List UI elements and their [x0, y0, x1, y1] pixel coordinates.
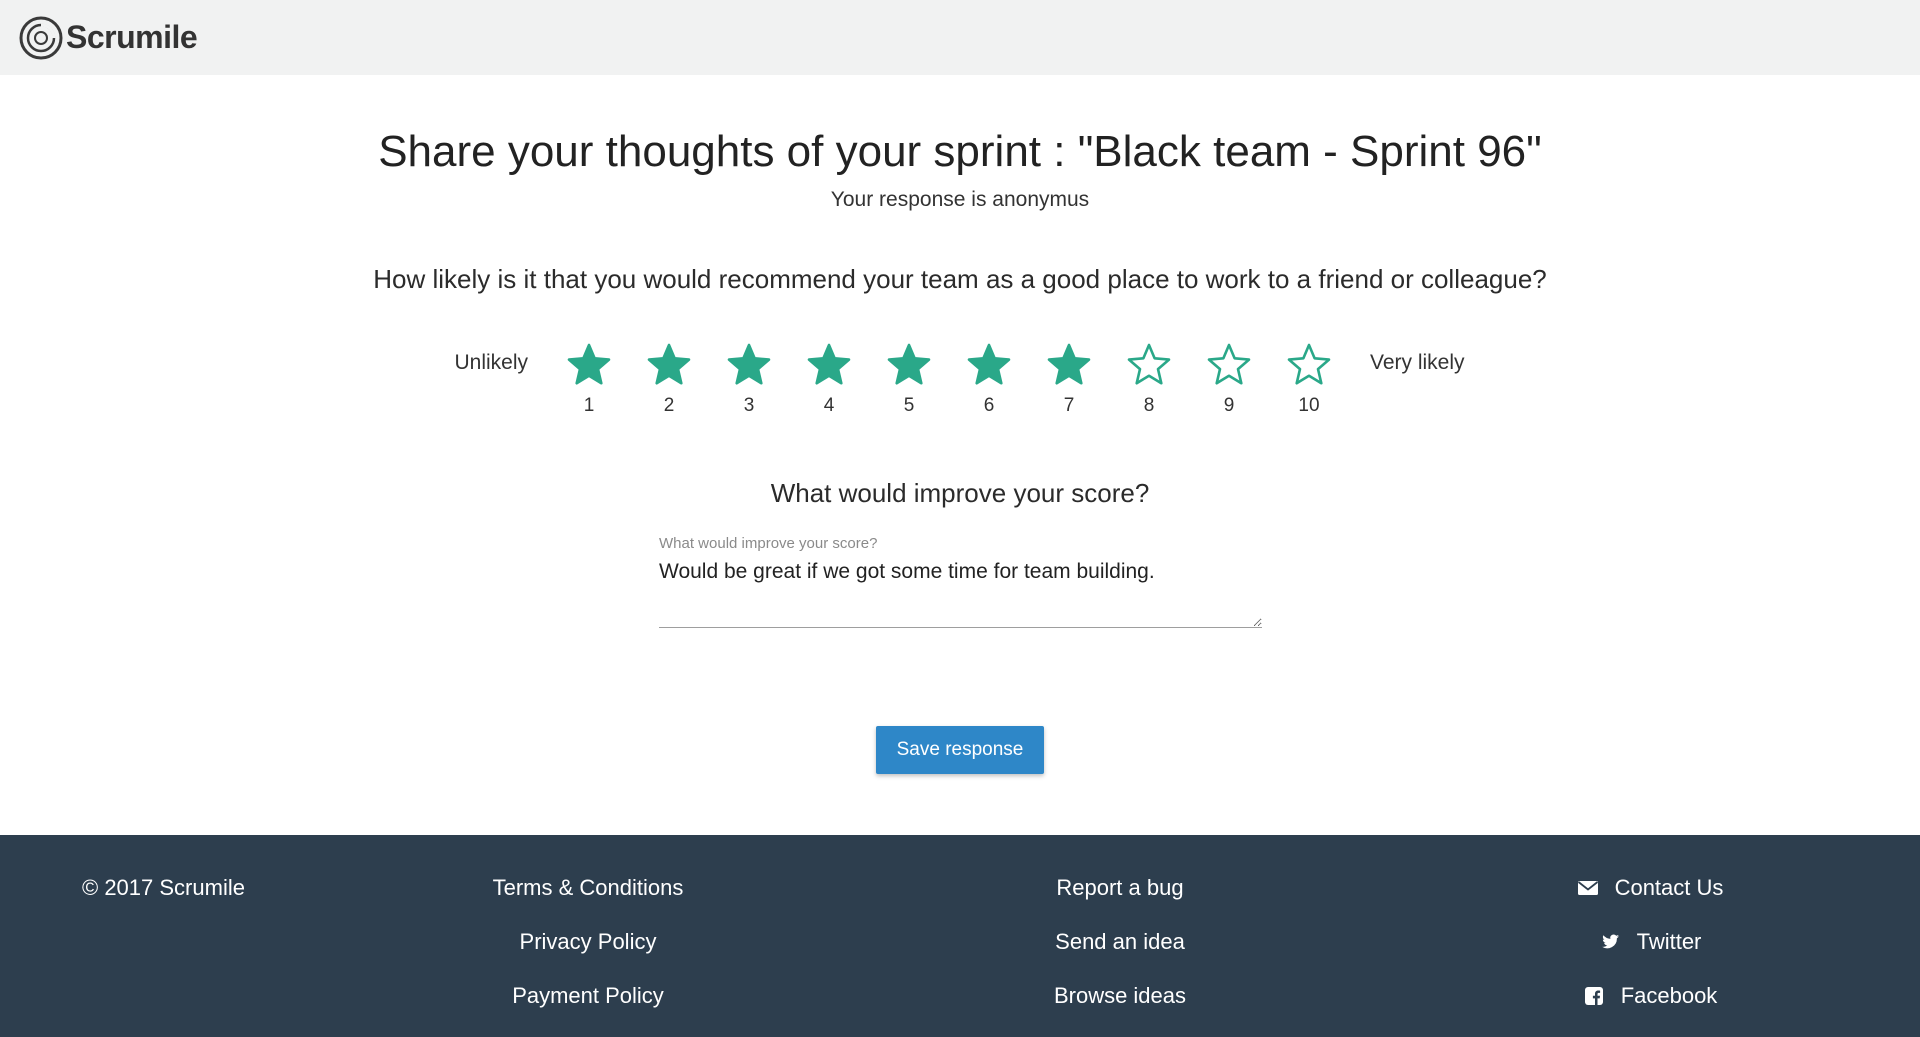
facebook-icon	[1584, 987, 1603, 1005]
star-2[interactable]: 2	[639, 343, 699, 427]
star-icon	[727, 343, 771, 385]
twitter-icon	[1601, 934, 1619, 949]
envelope-icon	[1577, 881, 1598, 895]
facebook-link[interactable]: Facebook	[1560, 983, 1740, 1037]
star-number: 2	[663, 395, 675, 416]
brand[interactable]: Scrumile	[18, 15, 198, 61]
star-10[interactable]: 10	[1279, 343, 1339, 427]
save-response-button[interactable]: Save response	[876, 726, 1044, 774]
star-1[interactable]: 1	[559, 343, 619, 427]
improve-question: What would improve your score?	[770, 478, 1150, 508]
improve-field: What would improve your score?	[659, 535, 1262, 647]
report-bug-link[interactable]: Report a bug	[1020, 875, 1220, 929]
scale-high-label: Very likely	[1370, 351, 1465, 374]
contact-us-link[interactable]: Contact Us	[1560, 875, 1740, 929]
scrumile-logo-icon	[19, 16, 63, 59]
footer: © 2017 Scrumile Terms & Conditions Priva…	[0, 835, 1920, 1037]
star-icon	[647, 343, 691, 385]
payment-policy-link[interactable]: Payment Policy	[488, 983, 688, 1037]
star-icon	[1287, 343, 1331, 385]
star-6[interactable]: 6	[959, 343, 1019, 427]
star-icon	[807, 343, 851, 385]
twitter-link[interactable]: Twitter	[1560, 929, 1740, 983]
star-icon	[1047, 343, 1091, 385]
contact-us-label: Contact Us	[1614, 875, 1724, 900]
legal-links: Terms & Conditions Privacy Policy Paymen…	[488, 875, 688, 1037]
star-5[interactable]: 5	[879, 343, 939, 427]
improve-textarea[interactable]	[659, 556, 1262, 628]
star-number: 8	[1143, 395, 1155, 416]
star-icon	[567, 343, 611, 385]
terms-link[interactable]: Terms & Conditions	[488, 875, 688, 929]
star-icon	[1207, 343, 1251, 385]
star-icon	[967, 343, 1011, 385]
star-number: 3	[743, 395, 755, 416]
star-icon	[887, 343, 931, 385]
star-icon	[1127, 343, 1171, 385]
page-subtitle: Your response is anonymus	[830, 188, 1090, 211]
star-7[interactable]: 7	[1039, 343, 1099, 427]
star-number: 7	[1063, 395, 1075, 416]
browse-ideas-link[interactable]: Browse ideas	[1020, 983, 1220, 1037]
recommend-question: How likely is it that you would recommen…	[373, 264, 1547, 294]
star-number: 4	[823, 395, 835, 416]
star-3[interactable]: 3	[719, 343, 779, 427]
star-number: 6	[983, 395, 995, 416]
star-9[interactable]: 9	[1199, 343, 1259, 427]
star-number: 10	[1298, 395, 1320, 416]
star-rating: Unlikely 1 2 3 4 5 6 7 8 9 10 Very likely	[0, 343, 1920, 433]
twitter-label: Twitter	[1636, 929, 1702, 954]
top-bar: Scrumile	[0, 0, 1920, 75]
copyright: © 2017 Scrumile	[82, 875, 245, 900]
page-title: Share your thoughts of your sprint : "Bl…	[378, 127, 1542, 176]
facebook-label: Facebook	[1620, 983, 1718, 1008]
star-number: 9	[1223, 395, 1235, 416]
star-4[interactable]: 4	[799, 343, 859, 427]
star-8[interactable]: 8	[1119, 343, 1179, 427]
brand-name: Scrumile	[66, 19, 198, 55]
contact-links: Contact Us Twitter Facebook	[1560, 875, 1740, 1037]
star-number: 1	[583, 395, 595, 416]
privacy-link[interactable]: Privacy Policy	[488, 929, 688, 983]
improve-field-label: What would improve your score?	[659, 535, 878, 552]
star-number: 5	[903, 395, 915, 416]
feedback-links: Report a bug Send an idea Browse ideas	[1020, 875, 1220, 1037]
survey-section: Share your thoughts of your sprint : "Bl…	[0, 75, 1920, 835]
send-idea-link[interactable]: Send an idea	[1020, 929, 1220, 983]
scale-low-label: Unlikely	[454, 351, 528, 374]
